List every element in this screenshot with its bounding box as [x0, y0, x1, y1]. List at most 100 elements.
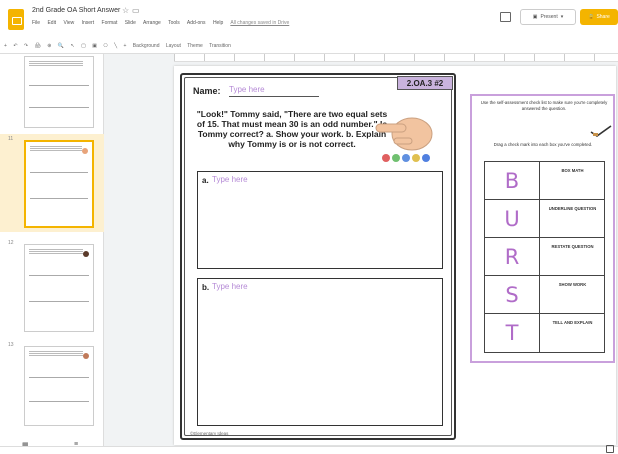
answer-a-input[interactable]: Type here: [212, 175, 248, 184]
slide-filmstrip[interactable]: 11 12 13: [0, 54, 104, 446]
zoom-icon[interactable]: 🔍: [58, 43, 64, 49]
slide-thumbnail[interactable]: [24, 346, 94, 426]
share-button[interactable]: 🔒 Share: [580, 9, 618, 25]
menu-file[interactable]: File: [32, 20, 40, 26]
undo-icon[interactable]: ↶: [13, 43, 17, 49]
redo-icon[interactable]: ↷: [24, 43, 28, 49]
answer-a-label: a.: [202, 176, 209, 185]
menu-slide[interactable]: Slide: [125, 20, 136, 26]
burst-letter: R: [485, 238, 540, 276]
title-bar: 2nd Grade OA Short Answer ☆ ▭ File Edit …: [0, 0, 618, 40]
slide-thumbnail[interactable]: [24, 244, 94, 332]
ruler: [174, 54, 618, 62]
thumb-text: [29, 351, 83, 357]
thumb-line: [29, 401, 89, 402]
theme-button[interactable]: Theme: [187, 43, 203, 49]
answer-a-box[interactable]: a. Type here: [197, 171, 443, 269]
thumb-text: [29, 249, 83, 255]
slide-number: 13: [8, 342, 14, 348]
menu-format[interactable]: Format: [102, 20, 118, 26]
menu-addons[interactable]: Add-ons: [187, 20, 206, 26]
thumb-image: [83, 353, 89, 359]
shape-icon[interactable]: ⎔: [103, 43, 107, 49]
bottom-bar: [0, 446, 618, 454]
document-title[interactable]: 2nd Grade OA Short Answer: [32, 7, 120, 14]
thumb-line: [29, 275, 89, 276]
menu-tools[interactable]: Tools: [168, 20, 180, 26]
comment-icon[interactable]: [500, 12, 511, 22]
burst-letter: U: [485, 200, 540, 238]
paint-format-icon[interactable]: ⊕: [47, 43, 51, 49]
menu-bar: File Edit View Insert Format Slide Arran…: [32, 20, 295, 26]
menu-view[interactable]: View: [63, 20, 74, 26]
name-label: Name:: [193, 86, 221, 96]
present-button[interactable]: ▣ Present ▾: [520, 9, 576, 25]
slide-number: 12: [8, 240, 14, 246]
explore-icon[interactable]: [606, 445, 614, 453]
drag-instruction: Drag a check mark into each box you've c…: [493, 142, 593, 147]
burst-row-r: R RESTATE QUESTION: [485, 238, 604, 276]
burst-text: TELL AND EXPLAIN: [552, 320, 593, 325]
chevron-down-icon[interactable]: ▾: [561, 14, 564, 20]
new-slide-icon[interactable]: +: [4, 43, 7, 49]
lock-icon: 🔒: [588, 14, 595, 20]
thumb-line: [29, 85, 89, 86]
burst-table: B BOX MATH U UNDERLINE QUESTION R RESTAT…: [484, 161, 605, 353]
menu-edit[interactable]: Edit: [47, 20, 56, 26]
slide-thumbnail-row[interactable]: 13: [0, 340, 104, 436]
pointing-hand-icon: [375, 117, 433, 162]
copyright-text: ©Elementary Ideas: [190, 431, 229, 436]
thumb-text: [30, 146, 82, 152]
menu-help[interactable]: Help: [213, 20, 223, 26]
answer-b-box[interactable]: b. Type here: [197, 278, 443, 426]
present-label: Present: [540, 14, 558, 20]
thumb-line: [29, 301, 89, 302]
burst-instruction: Use the self-assessment check list to ma…: [480, 100, 608, 111]
comment-add-icon[interactable]: +: [123, 43, 126, 49]
layout-button[interactable]: Layout: [166, 43, 181, 49]
menu-insert[interactable]: Insert: [82, 20, 95, 26]
burst-text: UNDERLINE QUESTION: [548, 206, 597, 211]
line-icon[interactable]: ╲: [114, 43, 117, 49]
burst-row-s: S SHOW WORK: [485, 276, 604, 314]
folder-icon[interactable]: ▭: [132, 6, 140, 15]
slide-thumbnail-row[interactable]: 12: [0, 238, 104, 334]
thumb-text: [29, 61, 83, 67]
burst-letter: B: [485, 162, 540, 200]
burst-text: BOX MATH: [561, 168, 584, 173]
thumb-line: [30, 172, 88, 173]
check-mark-icon[interactable]: [589, 124, 613, 138]
select-icon[interactable]: ↖: [70, 43, 74, 49]
image-icon[interactable]: ▣: [92, 43, 97, 49]
standard-badge: 2.OA.3 #2: [397, 76, 453, 90]
slides-logo-icon[interactable]: [8, 9, 24, 30]
text-box-icon[interactable]: ▢: [81, 43, 86, 49]
background-button[interactable]: Background: [133, 43, 160, 49]
thumb-image: [83, 251, 89, 257]
thumb-line: [30, 198, 88, 199]
name-field[interactable]: Type here: [229, 85, 319, 97]
thumb-line: [29, 377, 89, 378]
thumb-image: [82, 148, 88, 154]
slide-thumbnail[interactable]: [24, 56, 94, 128]
burst-text: RESTATE QUESTION: [551, 244, 594, 249]
burst-letter: T: [485, 314, 540, 352]
slide-thumbnail-row-selected[interactable]: 11: [0, 134, 104, 232]
toolbar: + ↶ ↷ 🖨 ⊕ 🔍 ↖ ▢ ▣ ⎔ ╲ + Background Layou…: [0, 40, 618, 54]
slide-thumbnail-row[interactable]: [0, 54, 104, 132]
slide-number: 11: [8, 136, 14, 142]
star-icon[interactable]: ☆: [122, 6, 129, 15]
share-label: Share: [596, 14, 610, 20]
menu-arrange[interactable]: Arrange: [143, 20, 161, 26]
answer-b-label: b.: [202, 283, 210, 292]
burst-text: SHOW WORK: [558, 282, 587, 287]
save-status[interactable]: All changes saved in Drive: [230, 20, 289, 26]
print-icon[interactable]: 🖨: [35, 43, 41, 49]
slide-thumbnail-selected[interactable]: [24, 140, 94, 228]
burst-row-b: B BOX MATH: [485, 162, 604, 200]
transition-button[interactable]: Transition: [209, 43, 231, 49]
present-icon: ▣: [532, 14, 538, 20]
question-text: "Look!" Tommy said, "There are two equal…: [196, 109, 388, 149]
answer-b-input[interactable]: Type here: [212, 282, 248, 291]
thumb-line: [29, 107, 89, 108]
